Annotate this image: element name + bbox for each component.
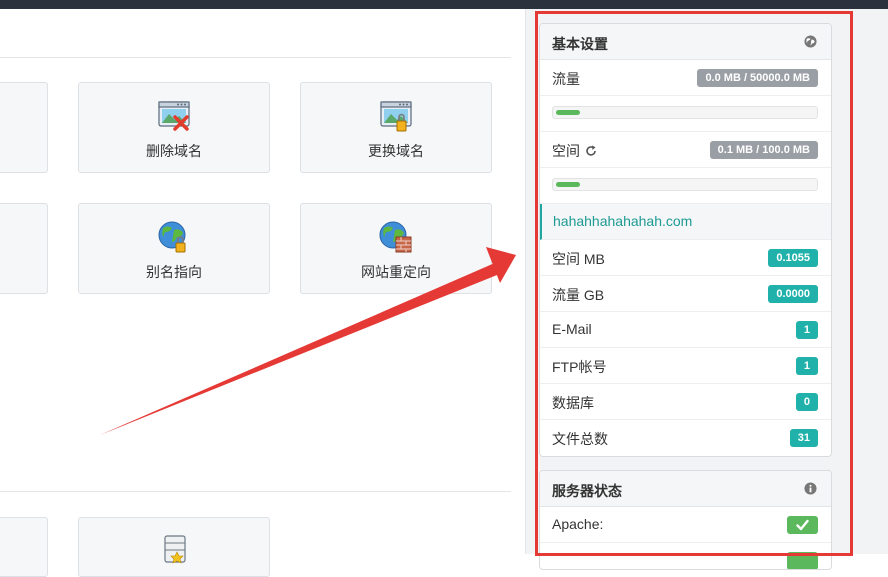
tile-label: 更换域名 bbox=[368, 143, 424, 159]
server-status-panel: 服务器状态 Apache: bbox=[539, 470, 832, 570]
stat-row: 文件总数 31 bbox=[540, 420, 831, 456]
info-icon[interactable] bbox=[804, 482, 817, 495]
tile-partial-3[interactable] bbox=[0, 517, 48, 577]
traffic-progress-row bbox=[540, 96, 831, 132]
divider-top bbox=[0, 57, 511, 58]
stat-value-badge: 31 bbox=[789, 429, 818, 447]
top-navbar bbox=[0, 0, 888, 9]
status-row-partial bbox=[540, 543, 831, 569]
stat-label: FTP帐号 bbox=[552, 359, 607, 375]
stat-value-badge: 0.1055 bbox=[768, 249, 818, 267]
delete-domain-icon bbox=[158, 101, 190, 131]
space-usage-badge: 0.1 MB / 100.0 MB bbox=[709, 141, 818, 159]
status-badge bbox=[787, 552, 818, 569]
space-row: 空间 0.1 MB / 100.0 MB bbox=[540, 132, 831, 168]
change-domain-button[interactable]: 更换域名 bbox=[300, 82, 492, 173]
tile-label: 删除域名 bbox=[146, 143, 202, 159]
apache-row: Apache: bbox=[540, 507, 831, 543]
stat-label: 数据库 bbox=[552, 395, 594, 411]
tile-label: 网站重定向 bbox=[361, 264, 431, 280]
space-progress-bar bbox=[552, 178, 818, 191]
stat-value-badge: 0.0000 bbox=[768, 285, 818, 303]
space-label-wrap: 空间 bbox=[552, 141, 597, 161]
stat-value-badge: 1 bbox=[795, 321, 818, 339]
stat-row: 流量 GB 0.0000 bbox=[540, 276, 831, 312]
domain-name[interactable]: hahahhahahahah.com bbox=[553, 213, 692, 229]
stat-row: FTP帐号 1 bbox=[540, 348, 831, 384]
stat-label: 文件总数 bbox=[552, 431, 608, 447]
globe-icon[interactable] bbox=[804, 35, 817, 48]
traffic-label: 流量 bbox=[552, 71, 580, 87]
stat-row: E-Mail 1 bbox=[540, 312, 831, 348]
stat-value-badge: 1 bbox=[795, 357, 818, 375]
redirect-button[interactable]: 网站重定向 bbox=[300, 203, 492, 294]
alias-button[interactable]: 别名指向 bbox=[78, 203, 270, 294]
redirect-globe-icon bbox=[379, 221, 412, 253]
apache-status-badge bbox=[787, 516, 818, 534]
stat-label: E-Mail bbox=[552, 321, 592, 337]
tile-label: 别名指向 bbox=[146, 264, 202, 280]
change-domain-icon bbox=[380, 101, 412, 132]
stat-row: 数据库 0 bbox=[540, 384, 831, 420]
tile-partial-2[interactable] bbox=[0, 203, 48, 294]
traffic-progress-fill bbox=[556, 110, 580, 115]
panel-title: 服务器状态 bbox=[552, 483, 622, 499]
stat-label: 流量 GB bbox=[552, 287, 605, 303]
space-label: 空间 bbox=[552, 143, 580, 159]
stat-value-badge: 0 bbox=[795, 393, 818, 411]
panel-title: 基本设置 bbox=[552, 36, 608, 52]
tile-partial-1[interactable] bbox=[0, 82, 48, 173]
check-icon bbox=[796, 519, 809, 531]
basic-settings-panel: 基本设置 流量 0.0 MB / 50000.0 MB 空间 0.1 MB / … bbox=[539, 23, 832, 457]
alias-globe-icon bbox=[158, 221, 186, 253]
traffic-progress-bar bbox=[552, 106, 818, 119]
traffic-row: 流量 0.0 MB / 50000.0 MB bbox=[540, 60, 831, 96]
server-status-header: 服务器状态 bbox=[540, 471, 831, 507]
tile-partial-4[interactable] bbox=[78, 517, 270, 577]
space-progress-fill bbox=[556, 182, 580, 187]
refresh-icon[interactable] bbox=[585, 145, 597, 157]
domain-row[interactable]: hahahhahahahah.com bbox=[540, 204, 831, 240]
apache-label: Apache: bbox=[552, 516, 604, 532]
server-icon bbox=[164, 535, 186, 564]
delete-domain-button[interactable]: 删除域名 bbox=[78, 82, 270, 173]
space-progress-row bbox=[540, 168, 831, 204]
stat-label: 空间 MB bbox=[552, 251, 605, 267]
traffic-usage-badge: 0.0 MB / 50000.0 MB bbox=[697, 69, 818, 87]
divider-bottom bbox=[0, 491, 511, 492]
stat-row: 空间 MB 0.1055 bbox=[540, 240, 831, 276]
basic-settings-header: 基本设置 bbox=[540, 24, 831, 60]
